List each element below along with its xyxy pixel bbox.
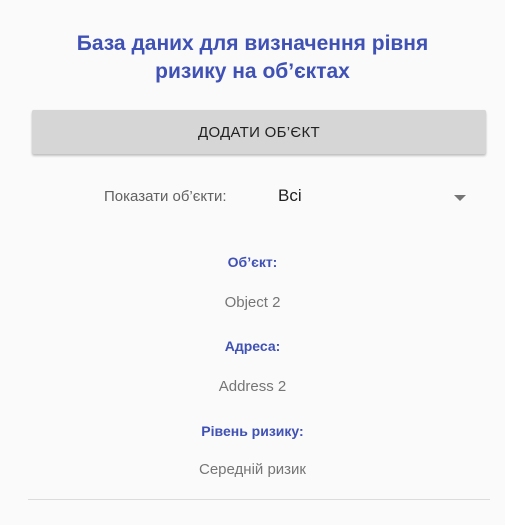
object-value: Object 2	[224, 294, 281, 311]
add-object-button[interactable]: ДОДАТИ ОБ’ЄКТ	[32, 110, 486, 154]
page-title: База даних для визначення рівня ризику н…	[76, 32, 429, 83]
dropdown-arrow-icon	[454, 195, 466, 201]
risk-level-value: Середній ризик	[199, 461, 306, 478]
risk-level-label: Рівень ризику:	[201, 423, 304, 439]
address-label: Адреса:	[224, 338, 281, 354]
filter-selected-value: Всі	[278, 186, 302, 205]
filter-label: Показати об’єкти:	[104, 188, 227, 205]
object-filter-select[interactable]: Всі	[262, 176, 478, 218]
list-divider	[28, 499, 490, 500]
address-value: Address 2	[218, 378, 287, 395]
object-label: Об’єкт:	[227, 254, 278, 270]
